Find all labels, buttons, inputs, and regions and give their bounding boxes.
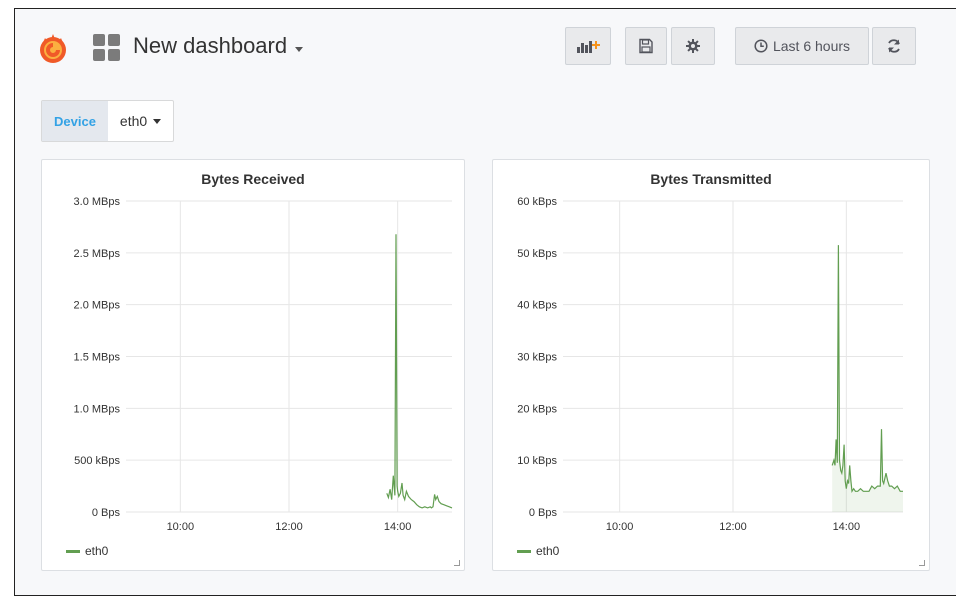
save-icon [639,38,653,54]
legend-label: eth0 [536,544,560,558]
y-tick-label: 2.0 MBps [74,300,121,312]
add-panel-icon [577,41,600,53]
legend-swatch [517,549,531,553]
y-tick-label: 3.0 MBps [74,196,121,208]
x-tick-label: 10:00 [606,521,634,530]
y-tick-label: 1.0 MBps [74,403,121,415]
resize-handle[interactable] [454,560,460,566]
chevron-down-icon [295,46,304,52]
legend-item[interactable]: eth0 [517,544,559,558]
y-tick-label: 0 Bps [529,507,558,519]
y-tick-label: 20 kBps [517,403,557,415]
time-range-label: Last 6 hours [772,38,851,54]
legend-item[interactable]: eth0 [66,544,108,558]
save-dashboard-button[interactable] [625,27,667,65]
y-tick-label: 60 kBps [517,196,557,208]
panel-bytes-transmitted[interactable]: Bytes Transmitted 60 kBps 50 kBps 40 kBps 3… [492,159,930,571]
panel-bytes-received[interactable]: Bytes Received 3.0 MBps 2.5 MBps 2.0 MBps 1… [41,159,465,571]
refresh-icon [888,39,900,53]
y-tick-label: 0 Bps [92,507,121,519]
add-panel-button[interactable] [565,27,611,65]
y-tick-label: 2.5 MBps [74,248,121,260]
chart-bytes-received: 3.0 MBps 2.5 MBps 2.0 MBps 1.5 MBps 1.0 MBps… [74,196,453,530]
time-range-picker[interactable]: Last 6 hours [735,27,869,65]
y-tick-label: 10 kBps [517,455,557,467]
settings-icon [686,39,700,53]
series-line-eth0 [831,245,903,494]
device-variable-value: eth0 [119,113,148,129]
clock-icon [754,39,768,53]
resize-handle[interactable] [919,560,925,566]
settings-button[interactable] [671,27,715,65]
y-tick-label: 30 kBps [517,352,557,364]
legend-label: eth0 [85,544,109,558]
x-tick-label: 10:00 [167,521,195,530]
device-variable: Device eth0 [41,100,175,142]
x-tick-label: 12:00 [719,521,747,530]
dashboard-title[interactable]: New dashboard [133,33,304,59]
y-tick-label: 1.5 MBps [74,352,121,364]
series-line-eth0 [386,234,453,509]
dashboard-frame: New dashboard Last 6 hours Device eth0 B… [14,8,956,596]
x-tick-label: 14:00 [833,521,861,530]
dashboard-grid-icon[interactable] [93,34,121,62]
refresh-button[interactable] [872,27,916,65]
series-area-eth0 [832,245,903,512]
grafana-logo-icon[interactable] [35,31,71,67]
chevron-down-icon [153,118,162,124]
legend-swatch [66,549,80,553]
y-tick-label: 500 kBps [74,455,120,467]
x-tick-label: 12:00 [275,521,303,530]
y-tick-label: 40 kBps [517,300,557,312]
device-variable-label: Device [42,101,108,141]
x-tick-label: 14:00 [384,521,412,530]
chart-bytes-transmitted: 60 kBps 50 kBps 40 kBps 30 kBps 20 kBps 10 kB… [517,196,903,530]
dashboard-title-text: New dashboard [133,33,288,58]
y-tick-label: 50 kBps [517,248,557,260]
device-variable-dropdown[interactable]: eth0 [108,101,173,141]
